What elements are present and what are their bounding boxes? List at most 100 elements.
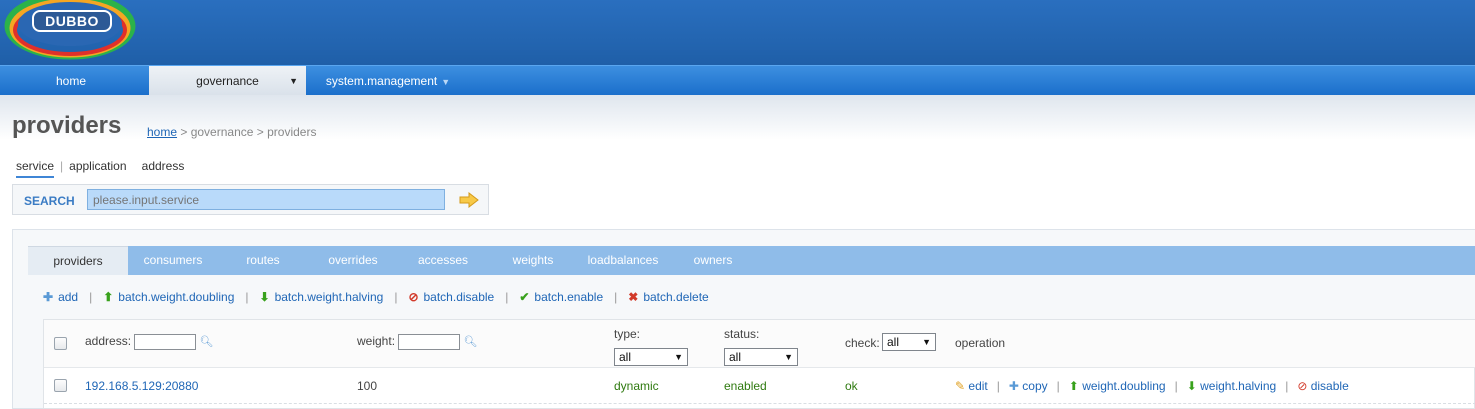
tab-owners[interactable]: owners <box>683 246 743 275</box>
address-filter-input[interactable] <box>134 334 197 350</box>
search-input[interactable] <box>87 189 445 210</box>
weight-cell: 100 <box>357 379 378 393</box>
tab-providers[interactable]: providers <box>28 246 128 275</box>
providers-table: address: 🔍︎ weight: 🔍︎ type: all ▼ status… <box>43 319 1475 409</box>
check-filter-value: all <box>887 335 900 349</box>
subtab-service[interactable]: service <box>16 159 55 178</box>
weight-filter: weight: 🔍︎ <box>357 334 477 350</box>
batch-weight-doubling-label: batch.weight.doubling <box>118 290 235 304</box>
divider: | <box>133 159 136 173</box>
nav-system-management[interactable]: system.management ▼ <box>318 66 458 96</box>
batch-weight-doubling-button[interactable]: ⬆ batch.weight.doubling <box>103 290 234 304</box>
nav-home[interactable]: home <box>0 66 142 96</box>
type-filter-value: all <box>619 350 632 364</box>
weight-halving-button[interactable]: ⬇ weight.halving <box>1187 379 1276 393</box>
arrow-up-icon: ⬆ <box>1068 379 1079 393</box>
copy-label: copy <box>1022 379 1048 393</box>
divider: | <box>89 290 93 304</box>
search-bar: SEARCH <box>12 184 489 215</box>
batch-enable-button[interactable]: ✔ batch.enable <box>519 290 603 304</box>
ban-icon: ⊘ <box>408 290 419 304</box>
tab-overrides[interactable]: overrides <box>313 246 393 275</box>
breadcrumb-home-link[interactable]: home <box>147 125 177 139</box>
chevron-down-icon: ▼ <box>674 352 683 362</box>
dubbo-logo[interactable]: DUBBO <box>2 0 136 62</box>
tab-routes[interactable]: routes <box>228 246 298 275</box>
check-icon: ✔ <box>519 290 530 304</box>
batch-enable-label: batch.enable <box>534 290 604 304</box>
check-filter-select[interactable]: all ▼ <box>882 333 936 351</box>
batch-weight-halving-label: batch.weight.halving <box>274 290 384 304</box>
status-cell: enabled <box>724 379 767 393</box>
arrow-right-icon[interactable] <box>459 192 479 208</box>
batch-delete-label: batch.delete <box>643 290 709 304</box>
operation-header: operation <box>955 336 1006 350</box>
weight-doubling-label: weight.doubling <box>1082 379 1166 393</box>
breadcrumb-rest: > governance > providers <box>177 125 317 139</box>
ban-icon: ⊘ <box>1297 379 1308 393</box>
main-nav: home governance ▼ system.management ▼ <box>0 65 1475 96</box>
batch-disable-label: batch.disable <box>423 290 495 304</box>
operation-cell: ✎ edit | ✚ copy | ⬆ weight.doubling | ⬇ weight… <box>955 379 1349 393</box>
header-banner: DUBBO <box>0 0 1475 65</box>
arrow-down-icon: ⬇ <box>259 290 270 304</box>
divider: | <box>1056 379 1060 393</box>
check-cell: ok <box>845 379 858 393</box>
type-header: type: <box>614 327 641 341</box>
search-icon[interactable]: 🔍︎ <box>199 336 213 348</box>
row-checkbox[interactable] <box>54 379 67 392</box>
resource-tabs: providers consumers routes overrides acc… <box>28 246 1475 275</box>
check-header: check: <box>845 336 880 350</box>
plus-icon: ✚ <box>43 290 54 304</box>
type-cell: dynamic <box>614 379 659 393</box>
tab-accesses[interactable]: accesses <box>403 246 483 275</box>
page-title: providers <box>12 112 122 139</box>
chevron-down-icon: ▼ <box>922 337 931 347</box>
nav-system-management-label: system.management <box>325 74 438 88</box>
subtab-address[interactable]: address <box>142 159 185 173</box>
status-filter-value: all <box>729 350 742 364</box>
address-header: address: <box>85 334 132 349</box>
weight-filter-input[interactable] <box>398 334 461 350</box>
batch-delete-button[interactable]: ✖ batch.delete <box>628 290 708 304</box>
weight-halving-label: weight.halving <box>1200 379 1277 393</box>
pencil-icon: ✎ <box>955 379 966 393</box>
address-filter: address: 🔍︎ <box>85 334 213 350</box>
address-cell[interactable]: 192.168.5.129:20880 <box>85 379 198 393</box>
type-filter-select[interactable]: all ▼ <box>614 348 688 366</box>
copy-button[interactable]: ✚ copy <box>1009 379 1048 393</box>
logo-text: DUBBO <box>32 10 112 32</box>
breadcrumb: home > governance > providers <box>147 125 316 139</box>
tab-loadbalances[interactable]: loadbalances <box>578 246 668 275</box>
nav-governance-label: governance <box>196 74 259 88</box>
batch-toolbar: ✚ add | ⬆ batch.weight.doubling | ⬇ batch.weigh… <box>43 290 709 304</box>
add-button[interactable]: ✚ add <box>43 290 78 304</box>
tab-weights[interactable]: weights <box>503 246 563 275</box>
divider: | <box>245 290 249 304</box>
arrow-down-icon: ⬇ <box>1186 379 1197 393</box>
divider: | <box>505 290 509 304</box>
nav-governance[interactable]: governance ▼ <box>149 66 306 96</box>
table-row: 192.168.5.129:20880 100 dynamic enabled … <box>44 368 1475 404</box>
arrow-up-icon: ⬆ <box>103 290 114 304</box>
batch-disable-button[interactable]: ⊘ batch.disable <box>408 290 494 304</box>
batch-weight-halving-button[interactable]: ⬇ batch.weight.halving <box>260 290 384 304</box>
select-all-checkbox[interactable] <box>54 337 67 350</box>
divider: | <box>60 159 64 173</box>
status-header: status: <box>724 327 760 341</box>
divider: | <box>996 379 1000 393</box>
search-label: SEARCH <box>24 194 75 208</box>
plus-icon: ✚ <box>1008 379 1019 393</box>
search-icon[interactable]: 🔍︎ <box>463 336 477 348</box>
close-icon: ✖ <box>628 290 639 304</box>
edit-label: edit <box>968 379 988 393</box>
edit-button[interactable]: ✎ edit <box>955 379 988 393</box>
subtab-application[interactable]: application <box>69 159 126 173</box>
search-mode-tabs: service | application | address <box>16 159 184 178</box>
tab-consumers[interactable]: consumers <box>128 246 218 275</box>
weight-doubling-button[interactable]: ⬆ weight.doubling <box>1069 379 1166 393</box>
disable-button[interactable]: ⊘ disable <box>1297 379 1348 393</box>
status-filter-select[interactable]: all ▼ <box>724 348 798 366</box>
add-label: add <box>58 290 79 304</box>
divider: | <box>614 290 618 304</box>
